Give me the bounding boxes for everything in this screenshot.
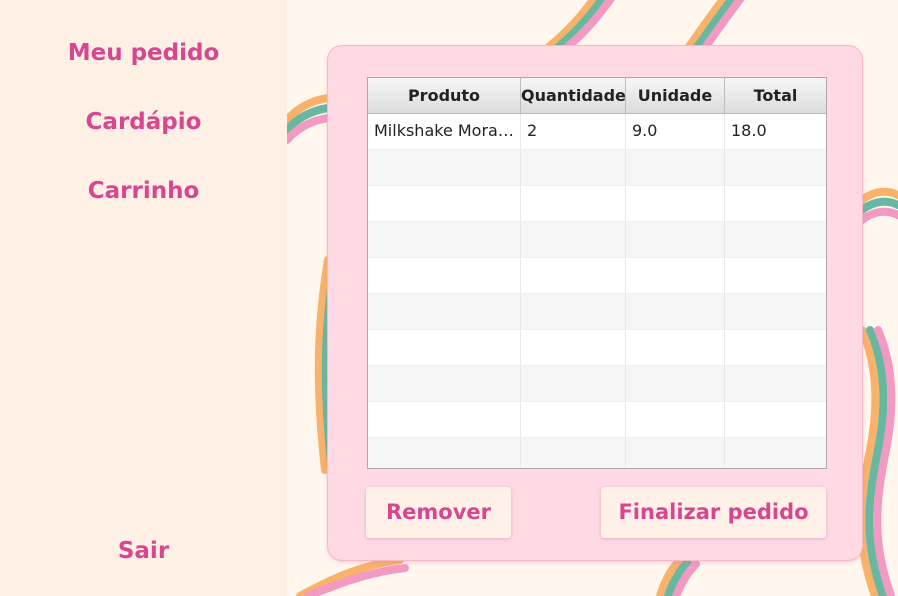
- empty-cell: [521, 222, 626, 258]
- empty-row: [368, 186, 826, 222]
- empty-row: [368, 222, 826, 258]
- empty-cell: [725, 258, 826, 294]
- empty-row: [368, 258, 826, 294]
- empty-cell: [521, 258, 626, 294]
- cell-produto: Milkshake Morango: [368, 114, 521, 150]
- empty-cell: [368, 258, 521, 294]
- empty-row: [368, 150, 826, 186]
- empty-cell: [626, 222, 725, 258]
- nav-carrinho[interactable]: Carrinho: [0, 178, 287, 204]
- finish-order-button[interactable]: Finalizar pedido: [601, 487, 826, 538]
- empty-row: [368, 294, 826, 330]
- empty-cell: [368, 402, 521, 438]
- empty-row: [368, 402, 826, 438]
- nav-meu-pedido[interactable]: Meu pedido: [0, 40, 287, 66]
- empty-cell: [626, 438, 725, 468]
- empty-cell: [521, 402, 626, 438]
- empty-cell: [368, 150, 521, 186]
- empty-cell: [368, 294, 521, 330]
- cart-table[interactable]: Produto Quantidade Unidade Total Milksha…: [367, 77, 827, 469]
- empty-cell: [368, 438, 521, 468]
- column-header-quantidade[interactable]: Quantidade: [521, 78, 626, 114]
- empty-cell: [626, 150, 725, 186]
- cell-quantidade: 2: [521, 114, 626, 150]
- empty-cell: [368, 186, 521, 222]
- empty-cell: [368, 330, 521, 366]
- wave-right: [857, 187, 898, 596]
- sidebar: Meu pedido Cardápio Carrinho Sair: [0, 0, 287, 596]
- empty-row: [368, 366, 826, 402]
- empty-row: [368, 330, 826, 366]
- wave-bottom: [296, 556, 700, 596]
- column-header-total[interactable]: Total: [725, 78, 826, 114]
- table-body: Milkshake Morango 2 9.0 18.0: [368, 114, 826, 468]
- column-header-unidade[interactable]: Unidade: [626, 78, 725, 114]
- empty-cell: [626, 258, 725, 294]
- table-header: Produto Quantidade Unidade Total: [368, 78, 826, 114]
- empty-cell: [725, 222, 826, 258]
- empty-cell: [626, 186, 725, 222]
- empty-cell: [368, 366, 521, 402]
- empty-cell: [626, 294, 725, 330]
- empty-row: [368, 438, 826, 468]
- empty-cell: [521, 186, 626, 222]
- empty-cell: [725, 330, 826, 366]
- column-header-produto[interactable]: Produto: [368, 78, 521, 114]
- empty-cell: [725, 438, 826, 468]
- empty-cell: [521, 294, 626, 330]
- empty-cell: [521, 330, 626, 366]
- empty-cell: [368, 222, 521, 258]
- empty-cell: [521, 366, 626, 402]
- nav-cardapio[interactable]: Cardápio: [0, 109, 287, 135]
- remove-button[interactable]: Remover: [366, 487, 511, 538]
- empty-cell: [725, 402, 826, 438]
- empty-cell: [725, 150, 826, 186]
- nav-sair[interactable]: Sair: [0, 538, 287, 564]
- empty-cell: [626, 366, 725, 402]
- empty-cell: [626, 402, 725, 438]
- empty-cell: [521, 438, 626, 468]
- cart-panel: Produto Quantidade Unidade Total Milksha…: [328, 46, 862, 560]
- empty-cell: [725, 294, 826, 330]
- empty-cell: [725, 186, 826, 222]
- cell-total: 18.0: [725, 114, 826, 150]
- empty-cell: [521, 150, 626, 186]
- cell-unidade: 9.0: [626, 114, 725, 150]
- table-row[interactable]: Milkshake Morango 2 9.0 18.0: [368, 114, 826, 150]
- empty-cell: [725, 366, 826, 402]
- empty-cell: [626, 330, 725, 366]
